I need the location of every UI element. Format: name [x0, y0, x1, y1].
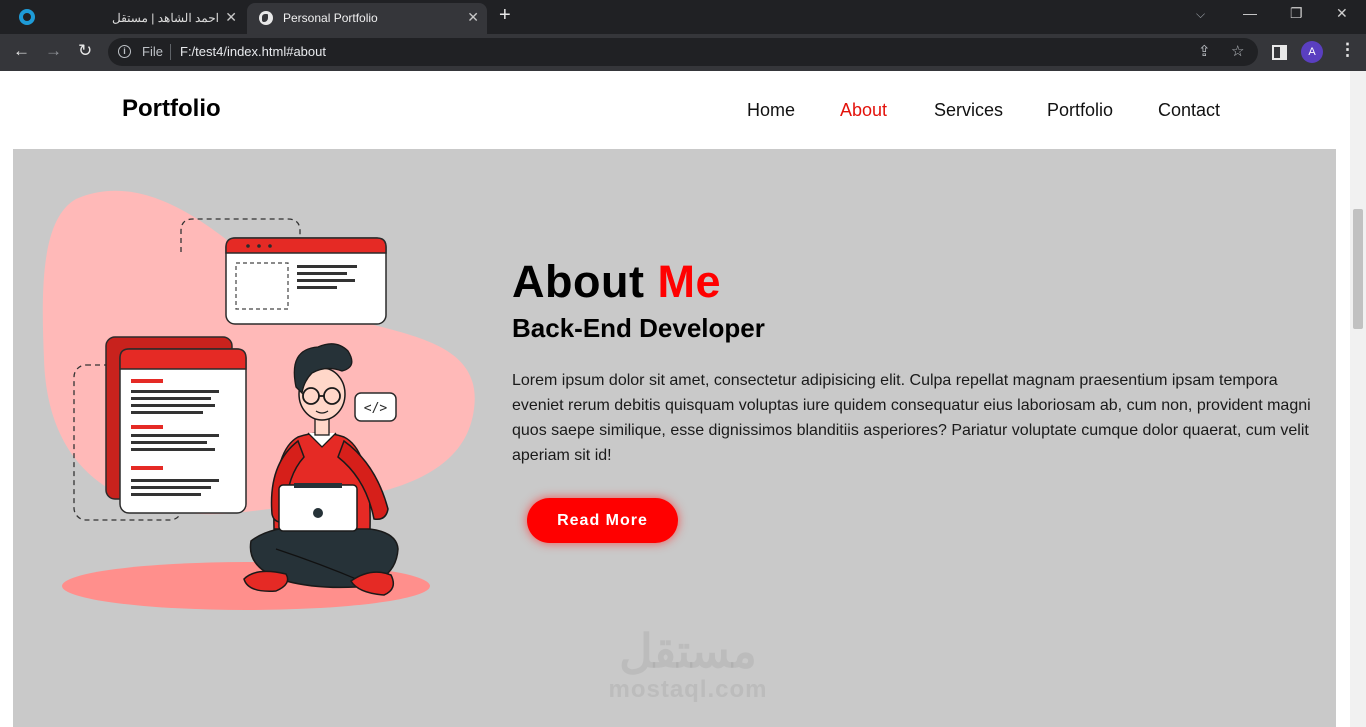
new-tab-button[interactable]: +: [499, 4, 511, 27]
bookmark-star-icon[interactable]: ☆: [1231, 42, 1244, 60]
close-icon[interactable]: ✕: [467, 9, 479, 26]
info-icon[interactable]: i: [118, 45, 131, 58]
restore-button[interactable]: ❐: [1290, 5, 1303, 22]
tab-search-icon[interactable]: ⌵: [1196, 7, 1205, 22]
share-icon[interactable]: ⇪: [1198, 42, 1211, 60]
menu-icon[interactable]: ⋮: [1339, 40, 1356, 60]
tab-personal-portfolio[interactable]: Personal Portfolio ✕: [247, 3, 487, 34]
close-icon[interactable]: ✕: [225, 9, 237, 26]
about-title-main: About: [512, 256, 645, 307]
site-header: Portfolio Home About Services Portfolio …: [0, 71, 1350, 149]
mostaql-watermark: مستقل mostaql.com: [603, 626, 773, 704]
site-logo[interactable]: Portfolio: [122, 95, 221, 123]
nav-home[interactable]: Home: [747, 100, 795, 121]
page-scrollbar[interactable]: [1350, 71, 1366, 727]
about-paragraph: Lorem ipsum dolor sit amet, consectetur …: [512, 372, 1311, 464]
page-viewport: Portfolio Home About Services Portfolio …: [0, 71, 1350, 727]
about-subtitle: Back-End Developer: [512, 313, 765, 343]
nav-about[interactable]: About: [840, 100, 887, 121]
back-button[interactable]: ←: [13, 41, 30, 61]
developer-illustration: </>: [42, 190, 475, 610]
code-tag-label: </>: [364, 401, 388, 416]
nav-portfolio[interactable]: Portfolio: [1047, 100, 1113, 121]
url-text[interactable]: F:/test4/index.html#about: [180, 44, 326, 59]
profile-avatar[interactable]: A: [1301, 41, 1323, 63]
scheme-label: File: [142, 44, 163, 59]
tab-mostaql[interactable]: احمد الشاهد | مستقل ✕: [52, 3, 245, 34]
forward-button[interactable]: →: [45, 41, 62, 61]
browser-toolbar: ← → ↻ i File F:/test4/index.html#about ⇪…: [0, 34, 1366, 71]
about-title: About Me: [512, 256, 721, 308]
tab-title: احمد الشاهد | مستقل: [112, 11, 219, 25]
minimize-button[interactable]: —: [1243, 5, 1257, 21]
divider: [170, 44, 171, 60]
tab-title: Personal Portfolio: [283, 11, 378, 25]
address-bar[interactable]: i File F:/test4/index.html#about ⇪ ☆: [108, 38, 1258, 66]
read-more-button[interactable]: Read More: [527, 498, 678, 543]
scrollbar-thumb[interactable]: [1353, 209, 1363, 329]
side-panel-icon[interactable]: [1272, 45, 1287, 60]
reload-button[interactable]: ↻: [78, 41, 92, 61]
nav-services[interactable]: Services: [934, 100, 1003, 121]
window-close-button[interactable]: ✕: [1336, 5, 1348, 22]
browser-tab-strip: احمد الشاهد | مستقل ✕ Personal Portfolio…: [0, 0, 1366, 34]
watermark-arabic: مستقل: [619, 625, 757, 677]
watermark-latin: mostaql.com: [608, 676, 768, 703]
app-logo-icon: [19, 9, 35, 25]
nav-contact[interactable]: Contact: [1158, 100, 1220, 121]
globe-icon: [259, 11, 273, 25]
about-title-accent: Me: [657, 256, 721, 307]
about-section: </> About Me Back-End Developer Lorem ip…: [13, 149, 1336, 727]
